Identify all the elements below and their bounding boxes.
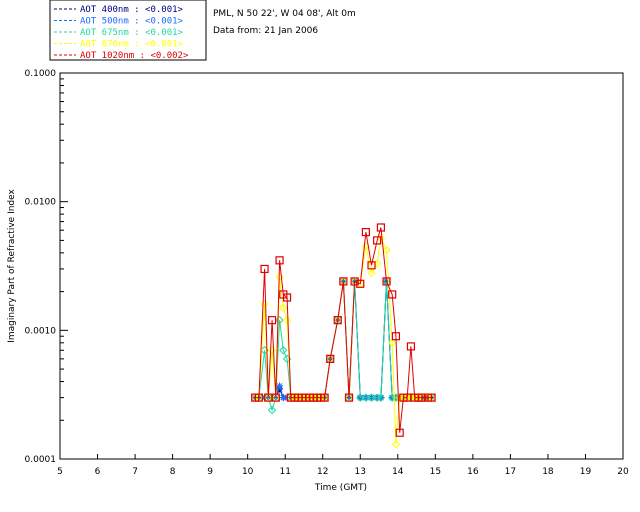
series-group [250, 223, 436, 449]
x-tick-label: 6 [95, 467, 101, 477]
x-tick-label: 20 [617, 467, 629, 477]
x-tick-label: 11 [279, 467, 290, 477]
x-tick-label: 16 [467, 467, 479, 477]
series-line [255, 227, 432, 433]
legend-entry: AOT 675nm : <0.001> [80, 28, 184, 38]
data-point-star [276, 382, 284, 390]
x-tick-label: 14 [392, 467, 404, 477]
legend-entry: AOT 400nm : <0.001> [80, 5, 184, 15]
location-label: PML, N 50 22', W 04 08', Alt 0m [213, 9, 356, 19]
x-tick-label: 17 [505, 467, 516, 477]
y-axis: 0.0001 0.0010 0.0100 0.1000 [25, 69, 68, 465]
legend-entry: AOT 870nm : <0.001> [80, 40, 184, 50]
y-axis-label: Imaginary Part of Refractive Index [7, 188, 17, 342]
x-axis: 5 6 7 8 9 10 11 12 13 14 15 16 17 18 19 20 [57, 454, 629, 477]
legend-entry: AOT 500nm : <0.001> [80, 17, 184, 27]
x-tick-label: 5 [57, 467, 63, 477]
x-tick-label: 8 [170, 467, 176, 477]
y-tick-label: 0.0010 [25, 326, 57, 336]
x-tick-label: 15 [430, 467, 441, 477]
x-tick-label: 7 [132, 467, 138, 477]
x-axis-label: Time (GMT) [314, 483, 367, 493]
x-tick-label: 18 [542, 467, 554, 477]
legend-entry: AOT 1020nm : <0.002> [80, 51, 189, 61]
y-tick-label: 0.0001 [25, 455, 57, 465]
date-label: Data from: 21 Jan 2006 [213, 26, 318, 36]
aot-chart: AOT 400nm : <0.001>AOT 500nm : <0.001>AO… [7, 0, 629, 493]
x-tick-label: 13 [355, 467, 366, 477]
x-tick-label: 10 [242, 467, 254, 477]
x-tick-label: 19 [580, 467, 592, 477]
y-tick-label: 0.0100 [25, 198, 57, 208]
x-tick-label: 9 [207, 467, 213, 477]
plot-frame [59, 72, 624, 460]
x-tick-label: 12 [317, 467, 328, 477]
series-line [255, 236, 432, 445]
y-tick-label: 0.1000 [25, 69, 57, 79]
